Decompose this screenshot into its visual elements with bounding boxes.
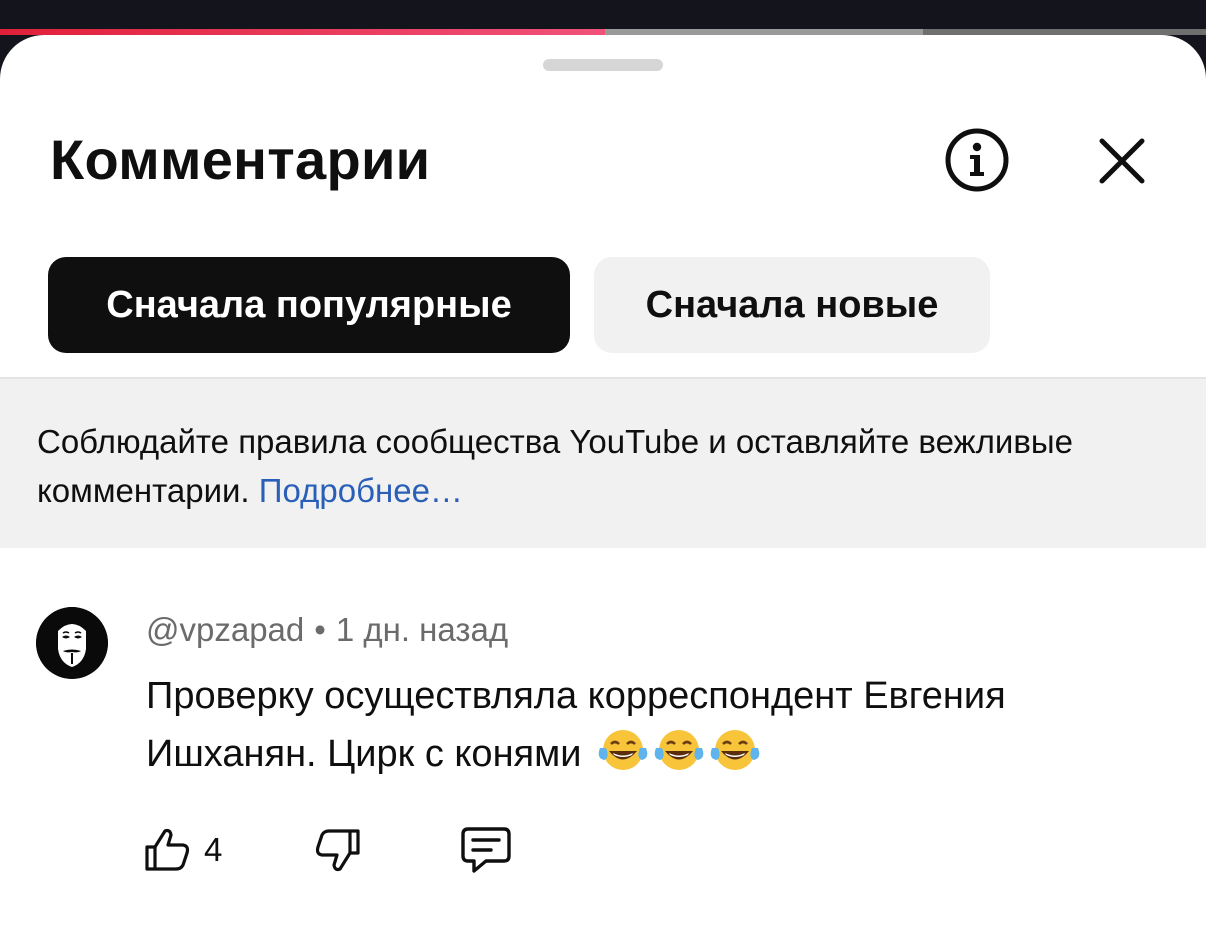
learn-more-link[interactable]: Подробнее…	[259, 472, 463, 509]
comment-author[interactable]: @vpzapad	[146, 611, 304, 648]
comment-meta: @vpzapad • 1 дн. назад	[146, 611, 508, 649]
thumbs-up-icon[interactable]	[143, 825, 193, 875]
like-count: 4	[204, 831, 223, 868]
page-title: Комментарии	[50, 128, 431, 191]
drag-handle[interactable]	[543, 59, 663, 71]
comment-actions: 4	[0, 825, 1206, 885]
thumbs-down-icon[interactable]	[312, 825, 362, 875]
sort-chip-popular[interactable]: Сначала популярные	[48, 257, 570, 353]
close-icon[interactable]	[1094, 133, 1150, 189]
comment-text: Проверку осуществляла корреспондент Евге…	[146, 675, 1006, 775]
comment-time: 1 дн. назад	[335, 611, 509, 648]
tears-of-joy-emoji	[654, 728, 704, 774]
reply-comment-icon[interactable]	[460, 825, 512, 875]
meta-separator: •	[314, 611, 326, 648]
community-guidelines-notice: Соблюдайте правила сообщества YouTube и …	[0, 379, 1206, 548]
sort-chip-newest[interactable]: Сначала новые	[594, 257, 990, 353]
info-icon[interactable]	[944, 127, 1010, 193]
tears-of-joy-emoji	[598, 728, 648, 774]
comments-sheet: Комментарии Сначала популярные Сначала н…	[0, 35, 1206, 926]
tears-of-joy-emoji	[710, 728, 760, 774]
notice-message: Соблюдайте правила сообщества YouTube и …	[37, 423, 1073, 509]
guy-fawkes-mask-avatar[interactable]	[36, 607, 108, 679]
notice-text: Соблюдайте правила сообщества YouTube и …	[37, 417, 1157, 515]
comment-body: Проверку осуществляла корреспондент Евге…	[146, 667, 1146, 783]
